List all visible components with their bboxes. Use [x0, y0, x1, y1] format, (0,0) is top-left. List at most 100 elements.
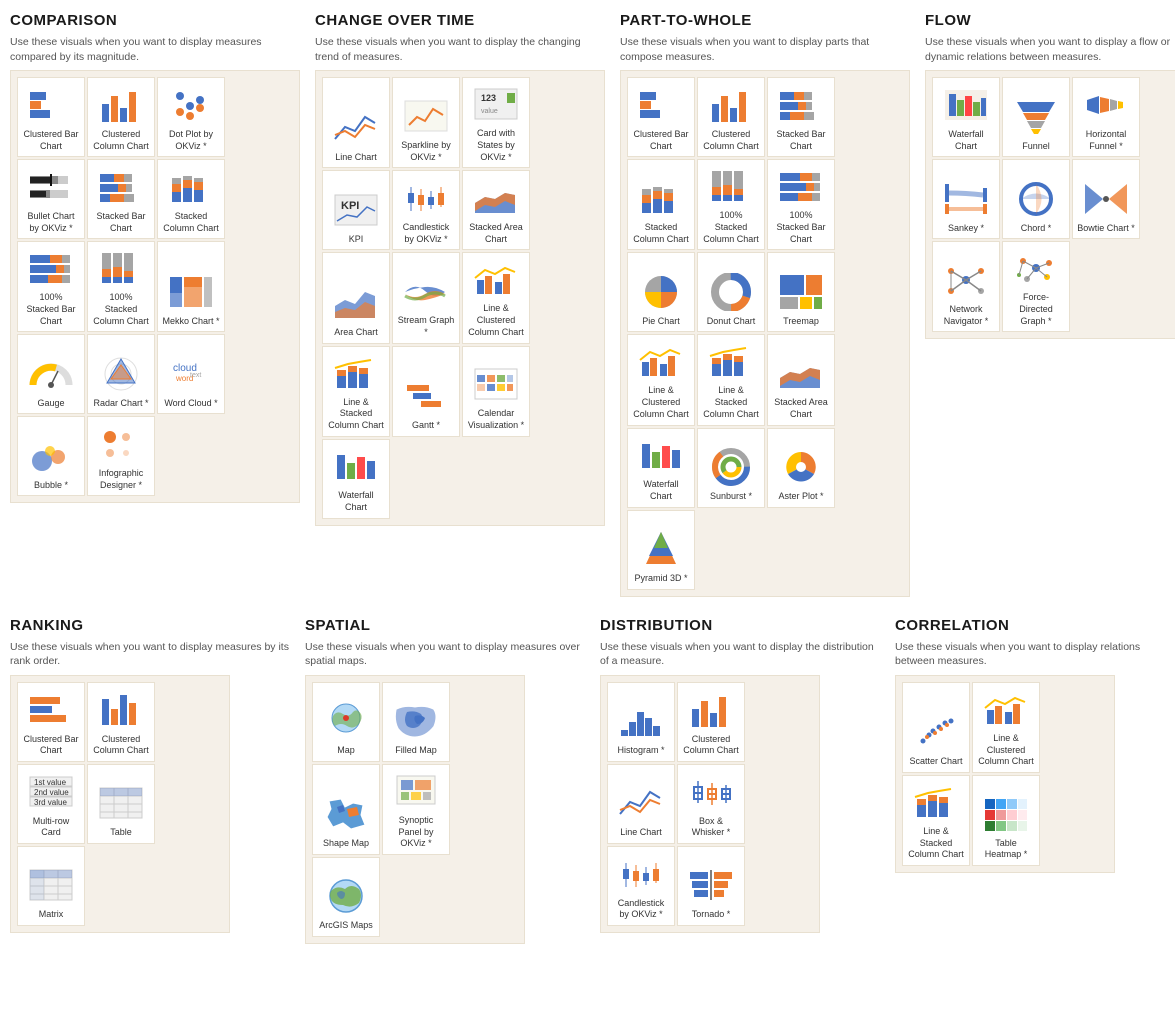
stacked-area-item-change[interactable]: Stacked Area Chart — [462, 170, 530, 250]
mekko-label: Mekko Chart * — [162, 316, 219, 328]
stacked-bar-100-item[interactable]: 100% Stacked Bar Chart — [17, 241, 85, 332]
card-states-item-change[interactable]: 123 value Card with States by OKViz * — [462, 77, 530, 168]
sankey-item[interactable]: Sankey * — [932, 159, 1000, 239]
bullet-chart-icon — [28, 167, 74, 207]
flow-grid: Waterfall Chart Funnel — [925, 70, 1175, 339]
kpi-item-change[interactable]: KPI KPI — [322, 170, 390, 250]
matrix-item[interactable]: Matrix — [17, 846, 85, 926]
stacked-column-item[interactable]: Stacked Column Chart — [157, 159, 225, 239]
bubble-item[interactable]: Bubble * — [17, 416, 85, 496]
candlestick-item-change[interactable]: Candlestick by OKViz * — [392, 170, 460, 250]
donut-item[interactable]: Donut Chart — [697, 252, 765, 332]
stacked-bar-icon — [98, 167, 144, 207]
section-change: CHANGE OVER TIME Use these visuals when … — [315, 12, 605, 526]
bullet-chart-item[interactable]: Bullet Chart by OKViz * — [17, 159, 85, 239]
line-chart-item[interactable]: Line Chart — [322, 77, 390, 168]
tornado-item[interactable]: Tornado * — [677, 846, 745, 926]
table-heatmap-item[interactable]: Table Heatmap * — [972, 775, 1040, 866]
stream-graph-icon — [403, 271, 449, 311]
aster-item[interactable]: Aster Plot * — [767, 428, 835, 508]
part-line-stacked[interactable]: Line & Stacked Column Chart — [697, 334, 765, 425]
part-clustered-bar[interactable]: Clustered Bar Chart — [627, 77, 695, 157]
clustered-bar-chart-item[interactable]: Clustered Bar Chart — [17, 77, 85, 157]
kpi-icon: KPI — [333, 190, 379, 230]
spatial-desc: Use these visuals when you want to displ… — [305, 640, 585, 669]
synoptic-item[interactable]: Synoptic Panel by OKViz * — [382, 764, 450, 855]
mekko-item[interactable]: Mekko Chart * — [157, 241, 225, 332]
clustered-column-chart-item[interactable]: Clustered Column Chart — [87, 77, 155, 157]
pyramid-item[interactable]: Pyramid 3D * — [627, 510, 695, 590]
line-stacked-icon — [333, 353, 379, 393]
dot-plot-item[interactable]: Dot Plot by OKViz * — [157, 77, 225, 157]
part-clustered-column[interactable]: Clustered Column Chart — [697, 77, 765, 157]
table-item[interactable]: Table — [87, 764, 155, 844]
clustered-column-icon — [98, 85, 144, 125]
box-whisker-item[interactable]: Box & Whisker * — [677, 764, 745, 844]
scatter-item[interactable]: Scatter Chart — [902, 682, 970, 773]
sparkline-item[interactable]: Sparkline by OKViz * — [392, 77, 460, 168]
part-line-clustered[interactable]: Line & Clustered Column Chart — [627, 334, 695, 425]
part-waterfall[interactable]: Waterfall Chart — [627, 428, 695, 508]
card-states-icon: 123 value — [473, 84, 519, 124]
waterfall-flow-item[interactable]: Waterfall Chart — [932, 77, 1000, 157]
pie-item[interactable]: Pie Chart — [627, 252, 695, 332]
network-item[interactable]: Network Navigator * — [932, 241, 1000, 332]
change-title: CHANGE OVER TIME — [315, 12, 605, 29]
line-clustered-item-change[interactable]: Line & Clustered Column Chart — [462, 252, 530, 343]
infographic-item[interactable]: Infographic Designer * — [87, 416, 155, 496]
section-part: PART-TO-WHOLE Use these visuals when you… — [620, 12, 910, 597]
stacked-column-100-icon — [98, 248, 144, 288]
ranking-desc: Use these visuals when you want to displ… — [10, 640, 290, 669]
multi-row-item[interactable]: 1st value 2nd value 3rd value Multi-row … — [17, 764, 85, 844]
stacked-bar-item[interactable]: Stacked Bar Chart — [87, 159, 155, 239]
stream-graph-item[interactable]: Stream Graph * — [392, 252, 460, 343]
gantt-item[interactable]: Gantt * — [392, 346, 460, 437]
sunburst-item[interactable]: Sunburst * — [697, 428, 765, 508]
radar-label: Radar Chart * — [93, 398, 148, 410]
shape-map-item[interactable]: Shape Map — [312, 764, 380, 855]
line-clustered-label: Line & Clustered Column Chart — [467, 303, 525, 338]
card-states-label: Card with States by OKViz * — [467, 128, 525, 163]
infographic-label: Infographic Designer * — [92, 468, 150, 491]
part-stacked-bar[interactable]: Stacked Bar Chart — [767, 77, 835, 157]
stacked-column-100-item[interactable]: 100% Stacked Column Chart — [87, 241, 155, 332]
area-item[interactable]: Area Chart — [322, 252, 390, 343]
distribution-desc: Use these visuals when you want to displ… — [600, 640, 880, 669]
funnel-item[interactable]: Funnel — [1002, 77, 1070, 157]
gauge-item[interactable]: Gauge — [17, 334, 85, 414]
arcgis-item[interactable]: ArcGIS Maps — [312, 857, 380, 937]
section-distribution: DISTRIBUTION Use these visuals when you … — [600, 617, 880, 933]
svg-text:KPI: KPI — [341, 200, 359, 212]
svg-text:text: text — [190, 372, 201, 379]
part-stacked-column[interactable]: Stacked Column Chart — [627, 159, 695, 250]
line-icon — [333, 108, 379, 148]
line-clustered-icon — [473, 259, 519, 299]
corr-line-clustered[interactable]: Line & Clustered Column Chart — [972, 682, 1040, 773]
chord-item[interactable]: Chord * — [1002, 159, 1070, 239]
word-cloud-item[interactable]: cloud word text Word Cloud * — [157, 334, 225, 414]
radar-item[interactable]: Radar Chart * — [87, 334, 155, 414]
line-chart-label: Line Chart — [335, 152, 377, 164]
section-correlation: CORRELATION Use these visuals when you w… — [895, 617, 1175, 874]
dist-line[interactable]: Line Chart — [607, 764, 675, 844]
h-funnel-item[interactable]: Horizontal Funnel * — [1072, 77, 1140, 157]
svg-text:123: 123 — [481, 93, 496, 103]
change-grid: Line Chart Sparkline by OKViz * — [315, 70, 605, 525]
candlestick-label: Candlestick by OKViz * — [397, 222, 455, 245]
svg-text:1st value: 1st value — [34, 778, 67, 787]
section-spatial: SPATIAL Use these visuals when you want … — [305, 617, 585, 944]
force-directed-item[interactable]: Force-Directed Graph * — [1002, 241, 1070, 332]
waterfall-change-item[interactable]: Waterfall Chart — [322, 439, 390, 519]
corr-line-stacked[interactable]: Line & Stacked Column Chart — [902, 775, 970, 866]
calendar-item[interactable]: Calendar Visualization * — [462, 346, 530, 437]
bowtie-item[interactable]: Bowtie Chart * — [1072, 159, 1140, 239]
part-100-column[interactable]: 100% Stacked Column Chart — [697, 159, 765, 250]
stacked-area-label: Stacked Area Chart — [467, 222, 525, 245]
part-stacked-area[interactable]: Stacked Area Chart — [767, 334, 835, 425]
dist-candlestick[interactable]: Candlestick by OKViz * — [607, 846, 675, 926]
part-100-bar[interactable]: 100% Stacked Bar Chart — [767, 159, 835, 250]
line-stacked-item-change[interactable]: Line & Stacked Column Chart — [322, 346, 390, 437]
dot-plot-icon — [168, 85, 214, 125]
treemap-item[interactable]: Treemap — [767, 252, 835, 332]
dot-plot-label: Dot Plot by OKViz * — [162, 129, 220, 152]
